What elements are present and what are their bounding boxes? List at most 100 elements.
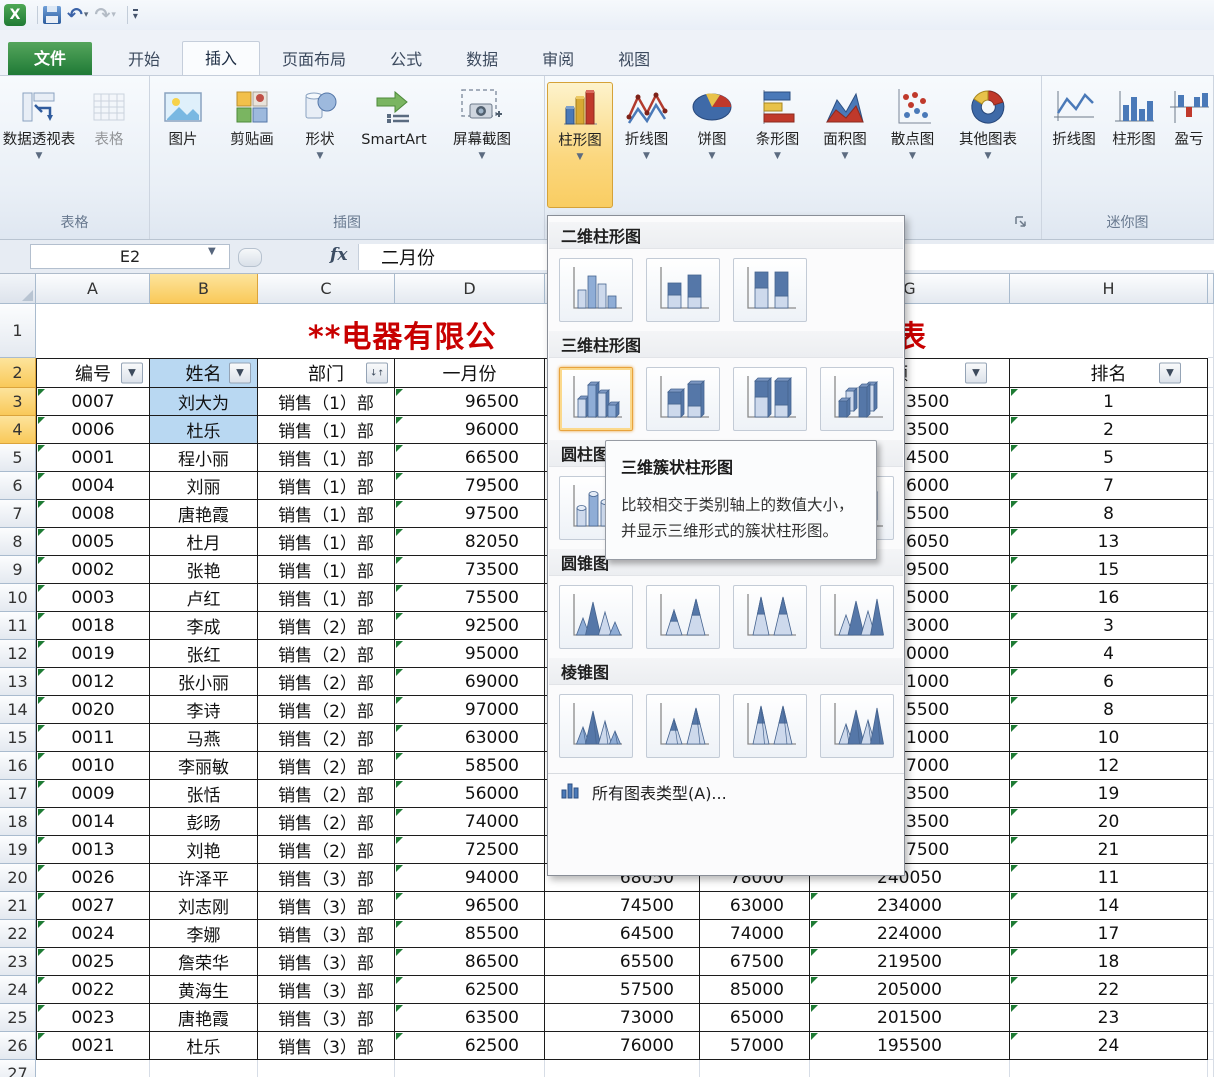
cell-B12[interactable]: 张红 [150, 640, 258, 668]
cell-C14[interactable]: 销售（2）部 [258, 696, 395, 724]
cell-empty[interactable] [1010, 1060, 1208, 1077]
cell-D7[interactable]: 97500 [395, 500, 545, 528]
ribbon-button-散点图[interactable]: 散点图 ▼ [879, 82, 946, 161]
cell-sliver[interactable] [1208, 472, 1214, 500]
cell-empty[interactable] [36, 1060, 150, 1077]
cell-D18[interactable]: 74000 [395, 808, 545, 836]
stacked-cone-icon[interactable] [646, 585, 720, 649]
cell-sliver[interactable] [1208, 808, 1214, 836]
dialog-launcher-icon[interactable] [1014, 215, 1029, 230]
cell-sliver[interactable] [1208, 500, 1214, 528]
cell-A22[interactable]: 0024 [36, 920, 150, 948]
3d-column-icon[interactable] [820, 367, 894, 431]
cell-A8[interactable]: 0005 [36, 528, 150, 556]
cell-A26[interactable]: 0021 [36, 1032, 150, 1060]
cell-C10[interactable]: 销售（1）部 [258, 584, 395, 612]
cell-C23[interactable]: 销售（3）部 [258, 948, 395, 976]
cell-A9[interactable]: 0002 [36, 556, 150, 584]
row-header-24[interactable]: 24 [0, 976, 36, 1004]
cell-D11[interactable]: 92500 [395, 612, 545, 640]
table-header-姓名[interactable]: 姓名 ▼ [150, 358, 258, 388]
tab-开始[interactable]: 开始 [106, 44, 182, 75]
cell-H12[interactable]: 4 [1010, 640, 1208, 668]
row-header-2[interactable]: 2 [0, 358, 36, 388]
cell-A21[interactable]: 0027 [36, 892, 150, 920]
cell-sliver[interactable] [1208, 358, 1214, 388]
cell-C24[interactable]: 销售（3）部 [258, 976, 395, 1004]
cell-D6[interactable]: 79500 [395, 472, 545, 500]
row-header-18[interactable]: 18 [0, 808, 36, 836]
ribbon-button-饼图[interactable]: 饼图 ▼ [680, 82, 744, 161]
cell-C26[interactable]: 销售（3）部 [258, 1032, 395, 1060]
row-header-25[interactable]: 25 [0, 1004, 36, 1032]
cell-D26[interactable]: 62500 [395, 1032, 545, 1060]
cell-H4[interactable]: 2 [1010, 416, 1208, 444]
cell-empty[interactable] [545, 1060, 700, 1077]
ribbon-button-其他图表[interactable]: 其他图表 ▼ [946, 82, 1030, 161]
cell-D8[interactable]: 82050 [395, 528, 545, 556]
cell-H26[interactable]: 24 [1010, 1032, 1208, 1060]
row-header-11[interactable]: 11 [0, 612, 36, 640]
cell-empty[interactable] [258, 1060, 395, 1077]
row-header-4[interactable]: 4 [0, 416, 36, 444]
cell-E26[interactable]: 76000 [545, 1032, 700, 1060]
cell-H17[interactable]: 19 [1010, 780, 1208, 808]
cell-E23[interactable]: 65500 [545, 948, 700, 976]
cell-H16[interactable]: 12 [1010, 752, 1208, 780]
column-header-D[interactable]: D [395, 274, 545, 304]
cell-C5[interactable]: 销售（1）部 [258, 444, 395, 472]
cell-H5[interactable]: 5 [1010, 444, 1208, 472]
select-all-corner[interactable] [0, 274, 36, 304]
row-header-14[interactable]: 14 [0, 696, 36, 724]
cell-C22[interactable]: 销售（3）部 [258, 920, 395, 948]
cell-A4[interactable]: 0006 [36, 416, 150, 444]
cell-sliver[interactable] [1208, 892, 1214, 920]
cell-B25[interactable]: 唐艳霞 [150, 1004, 258, 1032]
cell-E21[interactable]: 74500 [545, 892, 700, 920]
cell-A16[interactable]: 0010 [36, 752, 150, 780]
3d-cone-icon[interactable] [820, 585, 894, 649]
cell-A19[interactable]: 0013 [36, 836, 150, 864]
ribbon-button-折线图[interactable]: 折线图 [1044, 82, 1104, 149]
tab-插入[interactable]: 插入 [182, 41, 261, 75]
ribbon-button-面积图[interactable]: 面积图 ▼ [811, 82, 879, 161]
cell-sliver[interactable] [1208, 668, 1214, 696]
cell-C12[interactable]: 销售（2）部 [258, 640, 395, 668]
cell-A18[interactable]: 0014 [36, 808, 150, 836]
row-header-5[interactable]: 5 [0, 444, 36, 472]
cell-sliver[interactable] [1208, 836, 1214, 864]
row-header-13[interactable]: 13 [0, 668, 36, 696]
cell-B11[interactable]: 李成 [150, 612, 258, 640]
cell-C4[interactable]: 销售（1）部 [258, 416, 395, 444]
cell-E24[interactable]: 57500 [545, 976, 700, 1004]
cell-D23[interactable]: 86500 [395, 948, 545, 976]
cell-H15[interactable]: 10 [1010, 724, 1208, 752]
100pct-stacked-column-icon[interactable] [733, 258, 807, 322]
3d-pyramid-icon[interactable] [820, 694, 894, 758]
cell-sliver[interactable] [1208, 724, 1214, 752]
3d-stacked-column-icon[interactable] [646, 367, 720, 431]
cell-H10[interactable]: 16 [1010, 584, 1208, 612]
cell-sliver[interactable] [1208, 416, 1214, 444]
ribbon-button-形状[interactable]: 形状 ▼ [290, 82, 350, 161]
cell-A15[interactable]: 0011 [36, 724, 150, 752]
cell-sliver[interactable] [1208, 976, 1214, 1004]
ribbon-button-剪贴画[interactable]: 剪贴画 [214, 82, 290, 149]
column-header-H[interactable]: H [1010, 274, 1208, 304]
cell-sliver[interactable] [1208, 1004, 1214, 1032]
cell-A6[interactable]: 0004 [36, 472, 150, 500]
cell-sliver[interactable] [1208, 920, 1214, 948]
sort-filter-icon[interactable]: ↓ ↑ [366, 362, 388, 384]
cell-D3[interactable]: 96500 [395, 388, 545, 416]
3d-100pct-stacked-column-icon[interactable] [733, 367, 807, 431]
cell-F22[interactable]: 74000 [700, 920, 810, 948]
tab-审阅[interactable]: 审阅 [520, 44, 596, 75]
cell-sliver[interactable] [1208, 612, 1214, 640]
100pct-stacked-pyramid-icon[interactable] [733, 694, 807, 758]
cell-E22[interactable]: 64500 [545, 920, 700, 948]
save-icon[interactable] [43, 4, 61, 26]
table-header-排名[interactable]: 排名 ▼ [1010, 358, 1208, 388]
filter-dropdown-icon[interactable]: ▼ [965, 362, 987, 384]
cell-A17[interactable]: 0009 [36, 780, 150, 808]
cell-B4[interactable]: 杜乐 [150, 416, 258, 444]
